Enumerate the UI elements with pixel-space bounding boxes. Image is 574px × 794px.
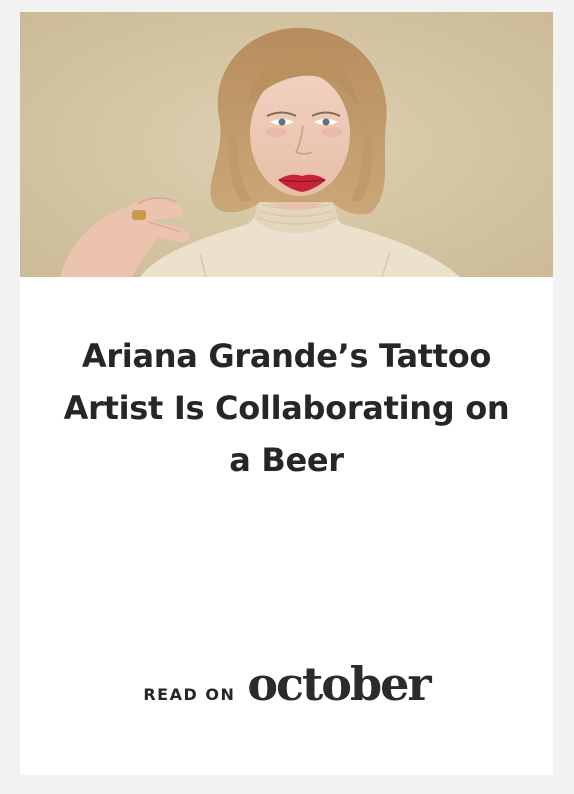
portrait-illustration — [20, 12, 553, 277]
brand-logo: october — [247, 657, 431, 711]
read-on-link[interactable]: READ ON october — [20, 657, 553, 717]
read-on-label: READ ON — [143, 685, 236, 704]
hero-photo[interactable] — [20, 12, 553, 277]
article-headline[interactable]: Ariana Grande’s Tattoo Artist Is Collabo… — [50, 330, 523, 486]
article-card[interactable]: Ariana Grande’s Tattoo Artist Is Collabo… — [20, 12, 553, 775]
